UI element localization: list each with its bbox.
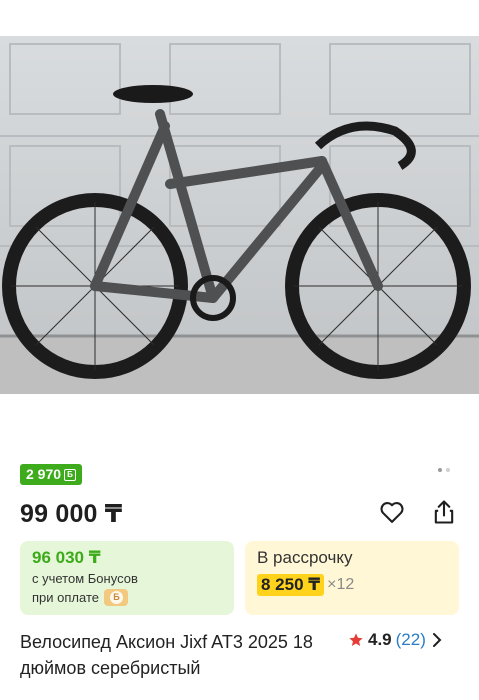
bonus-caption-2: при оплате bbox=[32, 590, 99, 605]
pager-dot-active bbox=[438, 468, 442, 472]
favorite-button[interactable] bbox=[378, 498, 406, 526]
review-count: (22) bbox=[395, 630, 426, 649]
bonus-price-card[interactable]: 96 030 ₸ с учетом Бонусов при оплате Б bbox=[20, 541, 234, 615]
bonus-badge-amount: 2 970 bbox=[26, 466, 62, 482]
installment-price: 8 250 ₸ bbox=[257, 574, 325, 596]
installment-title: В рассрочку bbox=[257, 548, 353, 567]
star-icon bbox=[349, 633, 363, 646]
share-icon bbox=[434, 500, 454, 524]
bonus-b-icon: Б bbox=[64, 468, 77, 481]
rating-value: 4.9 bbox=[368, 630, 392, 649]
bonus-coin-icon: Б bbox=[103, 589, 128, 606]
image-pager bbox=[438, 468, 450, 472]
installment-months: ×12 bbox=[327, 576, 355, 593]
chevron-right-icon bbox=[432, 633, 442, 647]
installment-card[interactable]: В рассрочку 8 250 ₸ ×12 bbox=[245, 541, 459, 615]
bonus-price: 96 030 ₸ bbox=[32, 548, 101, 567]
product-price: 99 000 ₸ bbox=[20, 500, 123, 528]
rating-link[interactable]: 4.9 (22) bbox=[348, 630, 444, 650]
share-button[interactable] bbox=[430, 498, 458, 526]
pager-dot bbox=[446, 468, 450, 472]
bonus-caption-1: с учетом Бонусов bbox=[32, 571, 138, 586]
product-title: Велосипед Аксион Jixf AT3 2025 18 дюймов… bbox=[20, 632, 313, 678]
bonus-badge: 2 970 Б bbox=[20, 464, 83, 485]
heart-icon bbox=[380, 502, 404, 523]
product-photo[interactable] bbox=[0, 36, 479, 394]
